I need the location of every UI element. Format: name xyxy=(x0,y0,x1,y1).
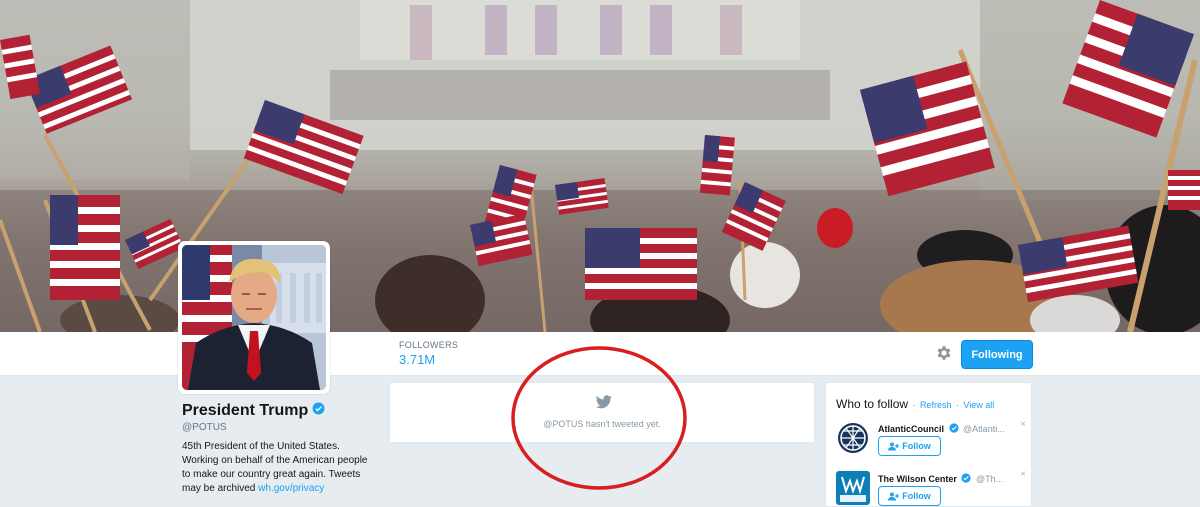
dismiss-icon[interactable]: × xyxy=(1020,419,1026,430)
followers-count: 3.71M xyxy=(399,352,436,367)
followers-stat[interactable]: FOLLOWERS 3.71M xyxy=(399,340,469,368)
follow-button[interactable]: Follow xyxy=(878,436,941,456)
follow-label: Follow xyxy=(902,491,931,501)
follow-button[interactable]: Follow xyxy=(878,486,941,506)
profile-handle: @POTUS xyxy=(182,422,227,433)
profile-name[interactable]: President Trump xyxy=(182,402,308,420)
suggestion-name-row[interactable]: The Wilson Center @Th... xyxy=(878,473,1003,484)
who-to-follow-panel: Who to follow · Refresh · View all Atlan… xyxy=(825,382,1032,507)
suggestion-item: The Wilson Center @Th... × Follow xyxy=(836,469,1026,506)
suggestion-item: AtlanticCouncil @Atlanti... × Follow xyxy=(836,419,1026,461)
view-all-link[interactable]: View all xyxy=(963,400,994,410)
dismiss-icon[interactable]: × xyxy=(1020,469,1026,480)
verified-badge-icon xyxy=(312,402,325,420)
profile-page: FOLLOWERS 3.71M Following President Trum… xyxy=(0,0,1200,507)
followers-label: FOLLOWERS xyxy=(399,340,459,350)
gear-icon[interactable] xyxy=(935,344,953,362)
suggestion-name: The Wilson Center xyxy=(878,474,957,484)
profile-avatar[interactable] xyxy=(178,241,330,394)
separator-dot: · xyxy=(912,400,916,410)
profile-card: President Trump @POTUS 45th President of… xyxy=(182,402,382,496)
suggestion-handle: @Atlanti... xyxy=(963,424,1005,434)
who-to-follow-title: Who to follow xyxy=(836,397,909,411)
verified-badge-icon xyxy=(948,423,959,433)
suggestion-name-row[interactable]: AtlanticCouncil @Atlanti... xyxy=(878,423,1005,434)
add-user-icon xyxy=(888,442,900,450)
add-user-icon xyxy=(888,492,900,500)
profile-bio: 45th President of the United States. Wor… xyxy=(182,440,372,496)
verified-badge-icon xyxy=(961,473,972,483)
atlantic-council-logo-icon[interactable] xyxy=(836,421,870,455)
separator-dot: · xyxy=(955,400,959,410)
following-button[interactable]: Following xyxy=(961,340,1033,369)
follow-label: Follow xyxy=(902,441,931,451)
suggestion-name: AtlanticCouncil xyxy=(878,424,945,434)
refresh-link[interactable]: Refresh xyxy=(920,400,952,410)
wilson-center-logo-icon[interactable] xyxy=(836,471,870,505)
suggestion-handle: @Th... xyxy=(975,474,1004,484)
red-circle-annotation xyxy=(511,346,687,490)
who-to-follow-header: Who to follow · Refresh · View all xyxy=(836,395,994,413)
bio-link[interactable]: wh.gov/privacy xyxy=(258,483,324,494)
portrait-photo xyxy=(182,245,326,390)
